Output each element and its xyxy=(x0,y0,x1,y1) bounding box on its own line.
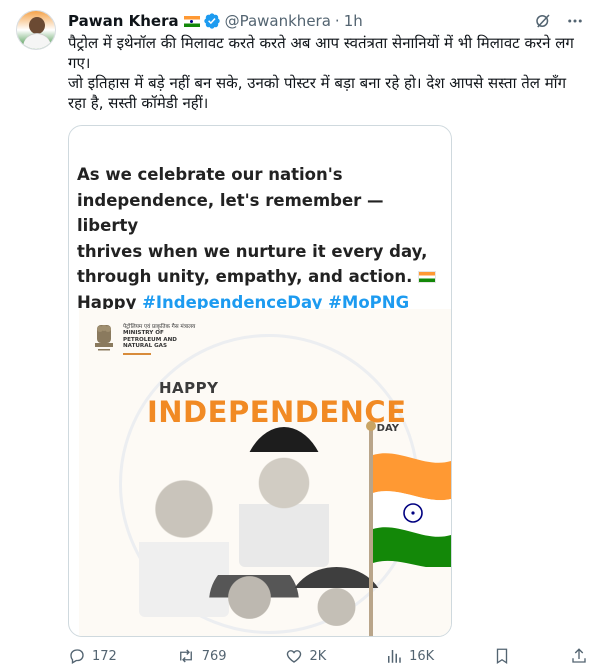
retweet-icon xyxy=(179,649,192,663)
tweet-actions: 172 769 2K 16K xyxy=(68,646,588,666)
tweet-text: पैट्रोल में इथेनॉल की मिलावट करते करते अ… xyxy=(68,33,588,113)
author-name[interactable]: Pawan Khera xyxy=(68,12,179,30)
reply-icon xyxy=(70,649,84,664)
caption-line: thrives when we nurture it every day, xyxy=(77,241,428,261)
freedom-fighter-portrait xyxy=(239,427,329,567)
ministry-name: पेट्रोलियम एवं प्राकृतिक गैस मंत्रालय MI… xyxy=(123,324,233,355)
ministry-name-line: NATURAL GAS xyxy=(123,343,168,350)
tricolor-flag-icon xyxy=(373,453,451,567)
like-button[interactable]: 2K xyxy=(285,647,326,665)
views-button[interactable]: 16K xyxy=(385,647,434,665)
flag-pole-finial xyxy=(366,421,376,431)
tweet[interactable]: Pawan Khera @Pawankhera · 1h पैट्रोल में… xyxy=(0,0,600,670)
tweet-header: Pawan Khera @Pawankhera · 1h xyxy=(68,11,363,31)
national-emblem-icon xyxy=(95,325,113,351)
india-flag-icon xyxy=(418,271,437,283)
media-caption: As we celebrate our nation's independenc… xyxy=(77,162,447,315)
share-button[interactable] xyxy=(570,647,588,665)
reply-button[interactable]: 172 xyxy=(68,647,117,665)
share-icon xyxy=(572,648,586,663)
avatar[interactable] xyxy=(16,10,56,50)
like-icon xyxy=(287,650,302,663)
verified-badge-icon xyxy=(203,12,221,30)
tweet-media[interactable]: As we celebrate our nation's independenc… xyxy=(68,125,452,637)
caption-line: through unity, empathy, and action. xyxy=(77,264,447,290)
like-count: 2K xyxy=(309,648,327,664)
freedom-fighter-portrait xyxy=(209,557,299,636)
more-icon[interactable] xyxy=(566,12,584,30)
caption-line: As we celebrate our nation's xyxy=(77,165,343,184)
retweet-button[interactable]: 769 xyxy=(176,647,227,665)
caption-line-text: through unity, empathy, and action. xyxy=(77,267,413,286)
india-flag-icon xyxy=(183,15,200,27)
views-count: 16K xyxy=(409,648,435,664)
grok-icon[interactable] xyxy=(534,12,552,30)
tweet-text-line: पैट्रोल में इथेनॉल की मिलावट करते करते अ… xyxy=(68,34,574,72)
bookmark-button[interactable] xyxy=(493,647,511,665)
tweet-text-line: जो इतिहास में बड़े नहीं बन सके, उनको पोस… xyxy=(68,74,567,112)
tweet-time[interactable]: 1h xyxy=(344,12,363,30)
retweet-count: 769 xyxy=(201,648,227,664)
header-separator: · xyxy=(334,12,340,30)
independence-day-poster: पेट्रोलियम एवं प्राकृतिक गैस मंत्रालय MI… xyxy=(79,309,451,636)
author-handle[interactable]: @Pawankhera xyxy=(225,12,331,30)
bookmark-icon xyxy=(496,648,508,665)
caption-line: independence, let's remember — liberty xyxy=(77,190,384,236)
reply-count: 172 xyxy=(92,648,117,664)
views-icon xyxy=(388,650,401,663)
